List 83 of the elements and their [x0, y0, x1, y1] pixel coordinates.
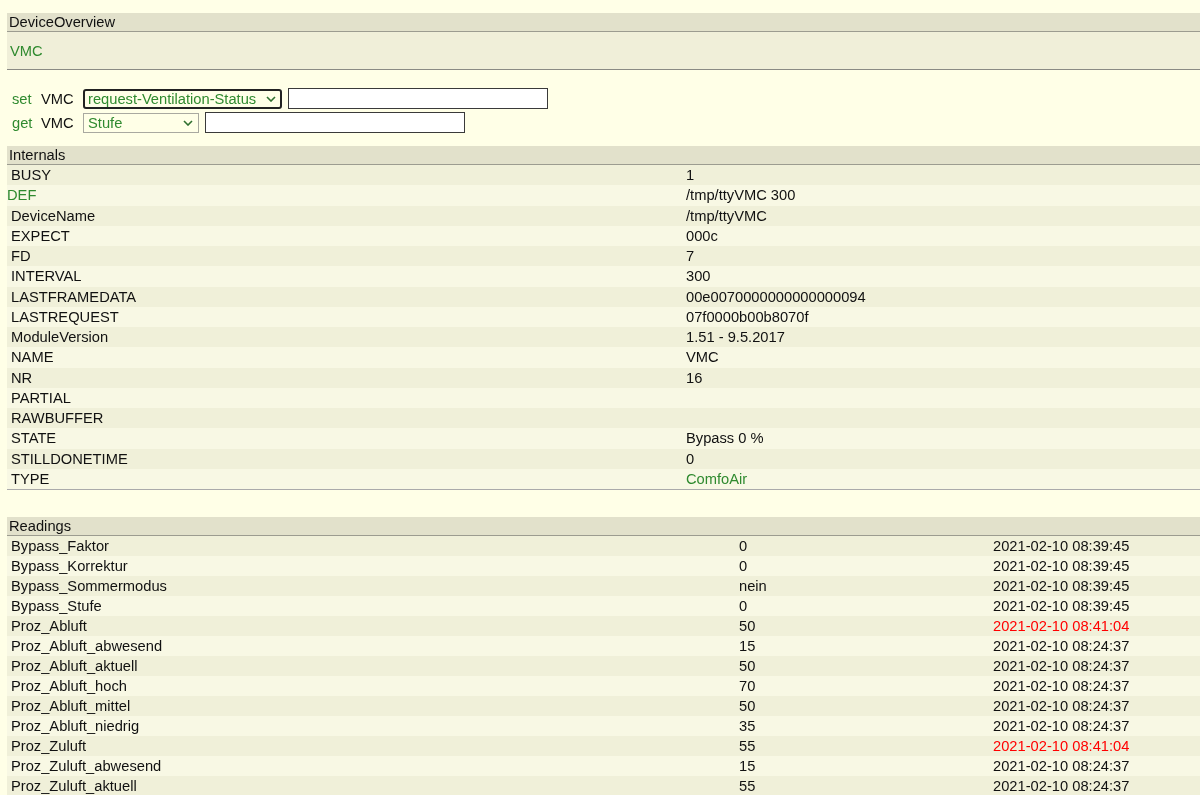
- reading-value: 15: [739, 638, 756, 654]
- reading-name: Proz_Abluft_mittel: [11, 698, 131, 714]
- internal-name: FD: [11, 248, 31, 265]
- internal-name-link[interactable]: DEF: [7, 187, 37, 204]
- reading-value: 0: [739, 598, 748, 614]
- internal-name: LASTREQUEST: [11, 308, 119, 325]
- reading-value: 0: [739, 558, 748, 574]
- reading-value: nein: [739, 578, 767, 594]
- reading-name: Proz_Abluft: [11, 618, 87, 634]
- internal-value: 1: [686, 167, 695, 184]
- internal-value: 300: [686, 268, 711, 285]
- command-select[interactable]: Stufe: [83, 112, 199, 133]
- reading-timestamp: 2021-02-10 08:24:37: [993, 718, 1130, 734]
- reading-timestamp: 2021-02-10 08:39:45: [993, 558, 1130, 574]
- reading-value: 50: [739, 658, 756, 674]
- internal-value: 000c: [686, 227, 718, 244]
- internal-value: 00e0070000000000000094: [686, 288, 866, 305]
- reading-timestamp: 2021-02-10 08:24:37: [993, 778, 1130, 794]
- internal-name: NAME: [11, 349, 54, 366]
- internal-name: PARTIAL: [11, 389, 71, 406]
- internal-value: VMC: [686, 349, 719, 366]
- reading-value: 55: [739, 778, 756, 794]
- command-link[interactable]: set: [12, 90, 32, 107]
- reading-value: 50: [739, 698, 756, 714]
- internal-name: LASTFRAMEDATA: [11, 288, 137, 305]
- section-title: Internals: [9, 147, 66, 163]
- reading-value: 70: [739, 678, 756, 694]
- internal-name: STATE: [11, 430, 57, 447]
- section-title: DeviceOverview: [9, 14, 116, 30]
- internal-value: 0: [686, 450, 695, 467]
- internal-value: /tmp/ttyVMC: [686, 207, 767, 224]
- argument-input[interactable]: [288, 88, 549, 109]
- argument-input[interactable]: [205, 112, 465, 133]
- reading-name: Proz_Abluft_aktuell: [11, 658, 138, 674]
- reading-timestamp: 2021-02-10 08:39:45: [993, 538, 1130, 554]
- internal-name: EXPECT: [11, 227, 70, 244]
- reading-timestamp: 2021-02-10 08:39:45: [993, 578, 1130, 594]
- reading-name: Bypass_Korrektur: [11, 558, 128, 574]
- device-name: VMC: [41, 90, 74, 107]
- section-title: Readings: [9, 518, 72, 534]
- reading-name: Proz_Abluft_niedrig: [11, 718, 140, 734]
- reading-value: 55: [739, 738, 756, 754]
- internal-name: STILLDONETIME: [11, 450, 128, 467]
- reading-timestamp: 2021-02-10 08:24:37: [993, 638, 1130, 654]
- reading-name: Proz_Zuluft: [11, 738, 87, 754]
- reading-value: 35: [739, 718, 756, 734]
- internal-name: INTERVAL: [11, 268, 82, 285]
- reading-value: 0: [739, 538, 748, 554]
- internal-name: BUSY: [11, 167, 51, 184]
- internal-value: 16: [686, 369, 703, 386]
- internal-value: 1.51 - 9.5.2017: [686, 329, 785, 346]
- reading-name: Proz_Abluft_abwesend: [11, 638, 163, 654]
- reading-value: 15: [739, 758, 756, 774]
- command-link[interactable]: get: [12, 114, 33, 131]
- chevron-down-icon: [266, 95, 277, 102]
- chevron-down-icon: [183, 119, 193, 126]
- internal-value-link[interactable]: ComfoAir: [686, 470, 748, 487]
- reading-timestamp: 2021-02-10 08:41:04: [993, 738, 1130, 754]
- reading-timestamp: 2021-02-10 08:24:37: [993, 658, 1130, 674]
- reading-name: Bypass_Faktor: [11, 538, 109, 554]
- reading-timestamp: 2021-02-10 08:41:04: [993, 618, 1130, 634]
- reading-timestamp: 2021-02-10 08:24:37: [993, 678, 1130, 694]
- internal-name: NR: [11, 369, 33, 386]
- internal-name: RAWBUFFER: [11, 410, 104, 427]
- device-link[interactable]: VMC: [10, 42, 43, 59]
- reading-name: Bypass_Sommermodus: [11, 578, 167, 594]
- internal-name: ModuleVersion: [11, 329, 109, 346]
- internal-name: TYPE: [11, 470, 50, 487]
- reading-name: Bypass_Stufe: [11, 598, 102, 614]
- reading-name: Proz_Abluft_hoch: [11, 678, 127, 694]
- reading-name: Proz_Zuluft_aktuell: [11, 778, 137, 794]
- device-name: VMC: [41, 114, 74, 131]
- reading-name: Proz_Zuluft_abwesend: [11, 758, 162, 774]
- reading-timestamp: 2021-02-10 08:24:37: [993, 698, 1130, 714]
- internal-value: /tmp/ttyVMC 300: [686, 187, 796, 204]
- reading-timestamp: 2021-02-10 08:24:37: [993, 758, 1130, 774]
- reading-timestamp: 2021-02-10 08:39:45: [993, 598, 1130, 614]
- internal-name: DeviceName: [11, 207, 96, 224]
- command-select[interactable]: request-Ventilation-Status: [83, 88, 283, 109]
- internal-value: Bypass 0 %: [686, 430, 764, 447]
- reading-value: 50: [739, 618, 756, 634]
- internal-value: 07f0000b00b8070f: [686, 308, 809, 325]
- internal-value: 7: [686, 248, 695, 265]
